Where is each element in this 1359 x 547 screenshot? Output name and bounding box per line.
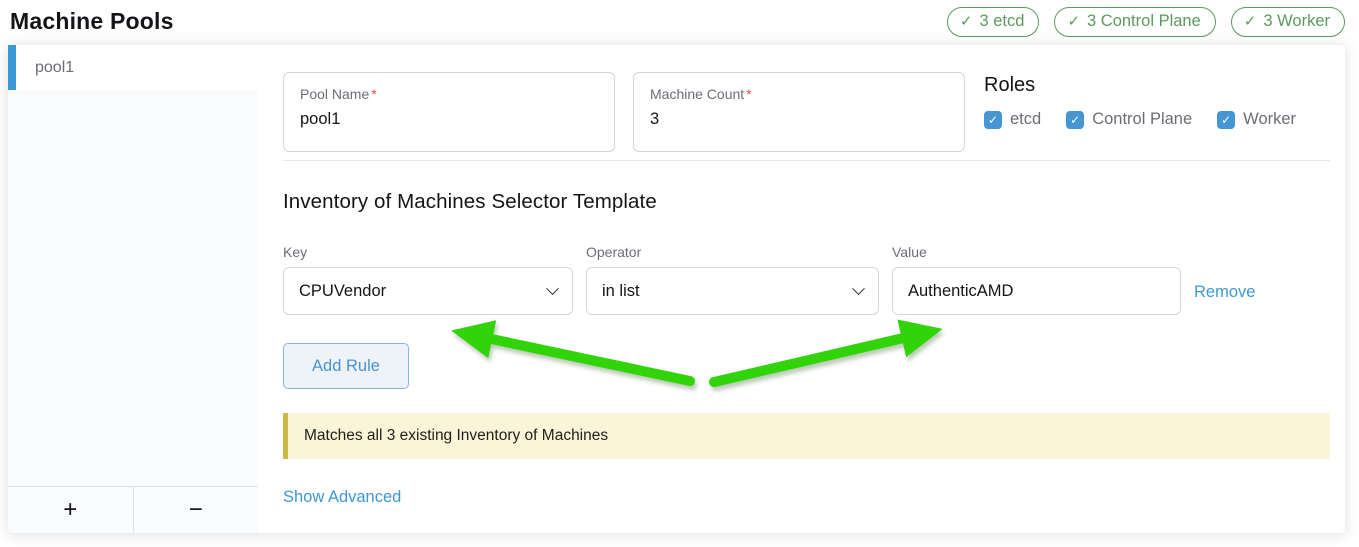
show-advanced-link[interactable]: Show Advanced xyxy=(283,488,401,507)
operator-select-value: in list xyxy=(602,282,640,301)
value-input-text: AuthenticAMD xyxy=(908,282,1013,301)
sidebar-footer: + − xyxy=(8,486,258,533)
sidebar-body xyxy=(8,90,258,486)
chevron-down-icon xyxy=(852,282,865,295)
badge-worker: ✓ 3 Worker xyxy=(1231,7,1345,37)
check-icon: ✓ xyxy=(1067,14,1080,29)
check-icon: ✓ xyxy=(1244,14,1257,29)
machine-count-value: 3 xyxy=(650,110,948,129)
role-checkbox-etcd[interactable]: ✓ etcd xyxy=(984,110,1041,129)
operator-cell: Operator in list xyxy=(586,244,879,315)
matches-banner: Matches all 3 existing Inventory of Mach… xyxy=(283,413,1330,459)
badge-control-plane: ✓ 3 Control Plane xyxy=(1054,7,1215,37)
pool-tab-label: pool1 xyxy=(35,59,74,77)
page-title: Machine Pools xyxy=(10,7,174,35)
machine-pools-card: pool1 + − Pool Name* pool1 xyxy=(8,45,1345,533)
required-asterisk: * xyxy=(746,86,751,102)
sidebar-tab-pool1[interactable]: pool1 xyxy=(8,45,258,90)
roles-heading: Roles xyxy=(984,74,1330,97)
badge-etcd: ✓ 3 etcd xyxy=(947,7,1040,37)
pool-name-field[interactable]: Pool Name* pool1 xyxy=(283,72,615,152)
badge-label: 3 etcd xyxy=(980,12,1025,31)
key-label: Key xyxy=(283,244,573,260)
value-label: Value xyxy=(892,244,1181,260)
operator-label: Operator xyxy=(586,244,879,260)
pool-tabs-sidebar: pool1 + − xyxy=(8,45,258,533)
selector-template-heading: Inventory of Machines Selector Template xyxy=(283,190,1330,214)
role-label: etcd xyxy=(1010,110,1041,129)
value-input[interactable]: AuthenticAMD xyxy=(892,267,1181,315)
remove-pool-button[interactable]: − xyxy=(133,487,259,533)
remove-rule-link[interactable]: Remove xyxy=(1194,283,1255,302)
operator-select[interactable]: in list xyxy=(586,267,879,315)
add-rule-button[interactable]: Add Rule xyxy=(283,343,409,389)
role-label: Control Plane xyxy=(1092,110,1192,129)
value-cell: Value AuthenticAMD xyxy=(892,244,1181,315)
machine-count-label: Machine Count* xyxy=(650,86,948,102)
pool-basics-row: Pool Name* pool1 Machine Count* 3 Roles … xyxy=(283,72,1330,152)
matches-banner-text: Matches all 3 existing Inventory of Mach… xyxy=(304,427,608,445)
remove-cell: Remove xyxy=(1194,244,1255,315)
role-checkbox-control-plane[interactable]: ✓ Control Plane xyxy=(1066,110,1192,129)
roles-checkbox-row: ✓ etcd ✓ Control Plane ✓ Worker xyxy=(984,110,1330,129)
required-asterisk: * xyxy=(371,86,376,102)
plus-icon: + xyxy=(63,496,77,524)
pool-name-value: pool1 xyxy=(300,110,598,129)
badge-label: 3 Worker xyxy=(1263,12,1330,31)
checkbox-checked-icon: ✓ xyxy=(984,111,1002,129)
key-select[interactable]: CPUVendor xyxy=(283,267,573,315)
badge-label: 3 Control Plane xyxy=(1087,12,1201,31)
machine-pools-page: Machine Pools ✓ 3 etcd ✓ 3 Control Plane… xyxy=(0,0,1359,547)
role-checkbox-worker[interactable]: ✓ Worker xyxy=(1217,110,1296,129)
header: Machine Pools ✓ 3 etcd ✓ 3 Control Plane… xyxy=(0,0,1359,45)
pool-name-label: Pool Name* xyxy=(300,86,598,102)
minus-icon: − xyxy=(189,496,203,524)
check-icon: ✓ xyxy=(960,14,973,29)
section-divider xyxy=(283,160,1330,161)
pool-detail-panel: Pool Name* pool1 Machine Count* 3 Roles … xyxy=(258,45,1345,533)
role-label: Worker xyxy=(1243,110,1296,129)
add-pool-button[interactable]: + xyxy=(8,487,133,533)
key-select-value: CPUVendor xyxy=(299,282,386,301)
role-count-badges: ✓ 3 etcd ✓ 3 Control Plane ✓ 3 Worker xyxy=(947,7,1345,37)
chevron-down-icon xyxy=(546,282,559,295)
roles-section: Roles ✓ etcd ✓ Control Plane ✓ Worker xyxy=(983,72,1330,152)
checkbox-checked-icon: ✓ xyxy=(1066,111,1084,129)
machine-count-field[interactable]: Machine Count* 3 xyxy=(633,72,965,152)
selector-rule-row: Key CPUVendor Operator in list Value xyxy=(283,244,1330,315)
checkbox-checked-icon: ✓ xyxy=(1217,111,1235,129)
key-cell: Key CPUVendor xyxy=(283,244,573,315)
